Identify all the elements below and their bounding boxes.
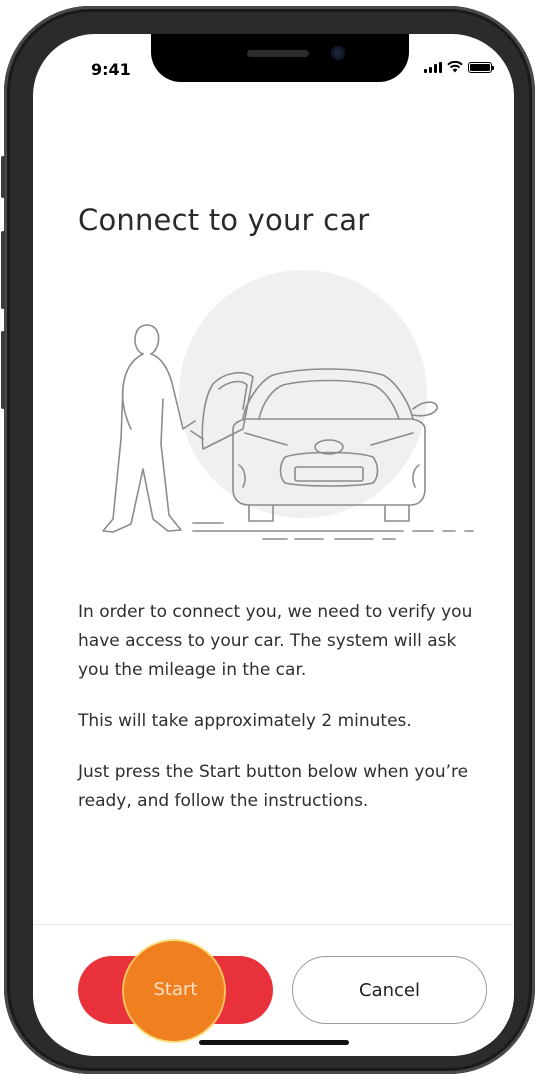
person-opening-car-door-illustration xyxy=(102,270,474,540)
earpiece-speaker xyxy=(247,50,309,57)
wifi-icon xyxy=(447,61,463,73)
home-indicator[interactable] xyxy=(199,1040,349,1045)
front-camera xyxy=(331,46,345,60)
status-icons xyxy=(424,61,494,73)
instruction-paragraph-start: Just press the Start button below when y… xyxy=(78,762,469,811)
instruction-paragraph-verify: In order to connect you, we need to veri… xyxy=(78,602,473,680)
mute-switch xyxy=(1,156,5,198)
volume-up-button xyxy=(1,231,5,309)
cellular-signal-icon xyxy=(424,62,442,73)
start-button[interactable] xyxy=(78,956,273,1024)
battery-icon xyxy=(468,62,494,73)
page-title: Connect to your car xyxy=(78,203,370,238)
phone-frame: 9:41 Connect to your car In order to con… xyxy=(1,6,535,1074)
instruction-paragraph-duration: This will take approximately 2 minutes. xyxy=(78,711,412,731)
notch xyxy=(151,34,409,82)
cancel-button[interactable]: Cancel xyxy=(292,956,487,1024)
volume-down-button xyxy=(1,331,5,409)
status-time: 9:41 xyxy=(91,60,131,79)
instructions-text: In order to connect you, we need to veri… xyxy=(78,598,488,838)
app-screen: 9:41 Connect to your car In order to con… xyxy=(33,34,514,1056)
